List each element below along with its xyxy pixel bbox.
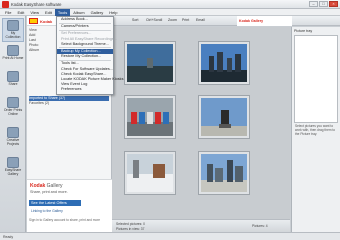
tree-item[interactable]: Favorites (2) bbox=[29, 101, 109, 106]
photo-image bbox=[201, 98, 247, 136]
picture-tray-panel: Picture tray Select pictures you want to… bbox=[291, 27, 340, 232]
toolbar: Sort Ctrl+Scroll Zoom Print Email All Ta… bbox=[112, 16, 340, 26]
app-window: Kodak EasyShare software – □ × File Edit… bbox=[0, 0, 340, 240]
app-icon bbox=[2, 1, 9, 8]
tools-menu-item[interactable]: Check For Software Updates... bbox=[57, 67, 113, 72]
gallery-subtitle: Share, print and more. bbox=[30, 190, 68, 194]
photo-image bbox=[127, 154, 173, 192]
menu-edit-2[interactable]: Edit bbox=[42, 9, 55, 16]
gallery-promo: Kodak Gallery Share, print and more. See… bbox=[27, 179, 112, 232]
nav-creative-projects[interactable]: Creative Projects bbox=[2, 126, 24, 150]
photo-grid bbox=[112, 27, 290, 219]
maximize-button[interactable]: □ bbox=[319, 1, 328, 7]
menu-tools[interactable]: Tools bbox=[54, 9, 71, 16]
toolbar-button[interactable]: Zoom bbox=[168, 18, 177, 22]
menu-edit[interactable]: Edit bbox=[14, 9, 27, 16]
photo-thumbnail[interactable] bbox=[198, 95, 250, 139]
picture-tray-title: Picture tray bbox=[294, 29, 313, 33]
grid-status-bar: Selected pictures: 0 Pictures in view: 3… bbox=[112, 219, 290, 232]
nav-my-collection[interactable]: My Collection bbox=[2, 18, 24, 42]
photo-thumbnail[interactable] bbox=[124, 151, 176, 195]
picture-tray-message: Select pictures you want to work with, t… bbox=[295, 124, 336, 136]
photo-thumbnail[interactable] bbox=[124, 41, 176, 85]
nav-share[interactable]: Share bbox=[2, 70, 24, 94]
tools-dropdown-menu: Address Book... Camera/Printers Set Prefer… bbox=[56, 16, 123, 95]
window-controls: – □ × bbox=[309, 1, 338, 7]
nav-order-prints[interactable]: Order Prints Online bbox=[2, 96, 24, 120]
photo-image bbox=[127, 44, 173, 82]
toolbar-button[interactable]: Email bbox=[196, 18, 205, 22]
left-nav: My Collection Print At Home Share Order … bbox=[0, 16, 26, 232]
picture-tray-dropzone[interactable] bbox=[294, 35, 338, 123]
zoom-level: Pictures: 4 bbox=[252, 224, 268, 228]
nav-easyshare-gallery[interactable]: EasyShare Gallery bbox=[2, 156, 24, 180]
title-bar: Kodak EasyShare software – □ × bbox=[0, 0, 340, 9]
photo-image bbox=[201, 154, 247, 192]
tools-menu-item[interactable]: Camera/Printers bbox=[57, 24, 113, 29]
toolbar-button[interactable]: Ctrl+Scroll bbox=[146, 18, 162, 22]
printer-icon bbox=[7, 45, 19, 56]
photo-image bbox=[201, 44, 247, 82]
selected-count: Selected pictures: 0 bbox=[116, 222, 145, 226]
gallery-footer: Sign in to Gallery account to share, pri… bbox=[29, 218, 101, 222]
latest-offers-button[interactable]: See the Latest Offers bbox=[29, 200, 81, 206]
tools-menu-item[interactable]: Restore My Collection... bbox=[57, 54, 113, 59]
nav-print-at-home[interactable]: Print At Home bbox=[2, 44, 24, 68]
minimize-button[interactable]: – bbox=[309, 1, 318, 7]
share-icon bbox=[7, 71, 19, 82]
projects-icon bbox=[7, 127, 19, 138]
gallery-icon bbox=[7, 157, 19, 168]
order-prints-icon bbox=[7, 97, 19, 108]
kodak-gallery-header: Kodak Gallery bbox=[237, 16, 292, 26]
menu-view[interactable]: View bbox=[27, 9, 42, 16]
menu-album[interactable]: Album bbox=[70, 9, 87, 16]
photo-thumbnail[interactable] bbox=[198, 41, 250, 85]
menu-bar: File Edit View Edit Tools Album Gallery … bbox=[0, 9, 340, 16]
toolbar-button[interactable]: Sort bbox=[132, 18, 138, 22]
photo-thumbnail[interactable] bbox=[124, 95, 176, 139]
status-bar: Ready bbox=[0, 232, 340, 240]
status-text: Ready bbox=[3, 235, 14, 239]
photo-thumbnail[interactable] bbox=[198, 151, 250, 195]
tools-menu-item[interactable]: Select Background Theme... bbox=[57, 42, 113, 47]
window-title: Kodak EasyShare software bbox=[11, 2, 62, 7]
gallery-brand: Kodak Gallery bbox=[30, 183, 63, 189]
close-button[interactable]: × bbox=[329, 1, 338, 7]
menu-file[interactable]: File bbox=[2, 9, 14, 16]
kodak-brand: Kodak bbox=[40, 19, 53, 24]
tools-menu-item: Print All EasyShare Recordings... bbox=[61, 36, 117, 41]
tools-menu-item[interactable]: Address Book... bbox=[57, 17, 113, 22]
photo-image bbox=[127, 98, 173, 136]
menu-help[interactable]: Help bbox=[106, 9, 120, 16]
gallery-link[interactable]: Linking to the Gallery bbox=[31, 209, 63, 213]
collection-icon bbox=[7, 20, 19, 31]
view-count: Pictures in view: 37 bbox=[116, 227, 145, 231]
menu-gallery[interactable]: Gallery bbox=[88, 9, 107, 16]
kodak-logo-icon bbox=[29, 18, 38, 24]
kodak-gallery-label: Kodak Gallery bbox=[239, 19, 264, 23]
tools-menu-item[interactable]: Preferences bbox=[57, 87, 113, 92]
toolbar-button[interactable]: Print bbox=[182, 18, 189, 22]
